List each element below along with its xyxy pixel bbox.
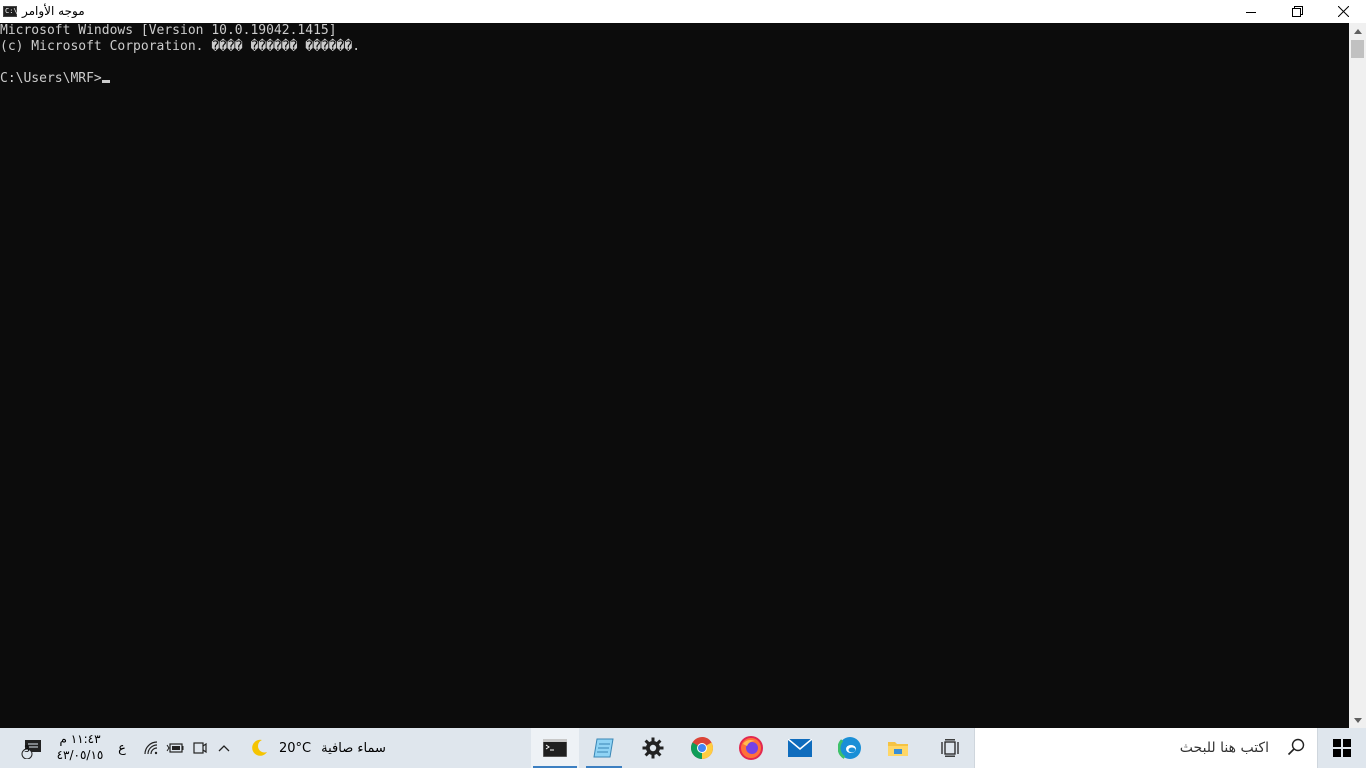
task-view-button[interactable] (926, 728, 974, 768)
tray-clock[interactable]: ١١:٤٣ م ٤٣/٠٥/١٥ (52, 731, 108, 763)
tray-meet-now[interactable] (189, 728, 211, 768)
weather-condition: سماء صافية (321, 740, 386, 756)
taskbar-app-edge[interactable] (826, 728, 874, 768)
taskbar-app-firefox[interactable] (727, 728, 775, 768)
taskbar: اكتب هنا للبحث 20°C سماء صافية ع ١١:٤٣ م… (0, 728, 1366, 768)
minimize-icon (1246, 11, 1256, 13)
minimize-button[interactable] (1228, 0, 1274, 23)
folder-icon (888, 742, 908, 756)
chevron-up-icon (218, 745, 230, 752)
language-label: ع (118, 740, 126, 756)
mail-icon (788, 739, 812, 757)
show-hidden-icons-button[interactable] (213, 728, 235, 768)
tray-battery[interactable] (164, 728, 186, 768)
firefox-icon (739, 736, 763, 760)
taskbar-app-file-explorer[interactable] (874, 728, 922, 768)
cmd-window-icon[interactable]: C:\ (3, 6, 18, 17)
taskbar-app-chrome[interactable] (678, 728, 726, 768)
clock-date: ٤٣/٠٥/١٥ (56, 748, 104, 762)
vertical-scrollbar[interactable] (1349, 23, 1366, 728)
edge-icon (838, 736, 862, 760)
restore-button[interactable] (1274, 0, 1320, 23)
arrow-down-icon (1353, 717, 1362, 723)
scroll-down-button[interactable] (1349, 712, 1366, 728)
search-placeholder: اكتب هنا للبحث (1179, 740, 1269, 756)
taskbar-app-notepad[interactable] (580, 728, 628, 768)
clock-time: ١١:٤٣ م (59, 732, 101, 746)
cmd-icon (543, 739, 567, 757)
taskbar-app-mail[interactable] (776, 728, 824, 768)
notepad-icon (593, 738, 614, 758)
console-line: Microsoft Windows [Version 10.0.19042.14… (0, 23, 337, 38)
console-line: (c) Microsoft Corporation. ���� ������ �… (0, 39, 361, 54)
search-icon (1287, 738, 1305, 760)
taskbar-app-command-prompt[interactable] (531, 728, 579, 768)
notification-count: 3 (24, 745, 30, 755)
cmd-window-icon-label: C:\ (5, 7, 18, 15)
chrome-icon (691, 737, 713, 759)
console-prompt: C:\Users\MRF> (0, 71, 102, 86)
close-button[interactable] (1320, 0, 1366, 23)
gear-icon (642, 737, 664, 759)
start-button[interactable] (1318, 728, 1366, 768)
notification-center-button[interactable]: 3 (14, 728, 50, 768)
arrow-up-icon (1353, 28, 1362, 34)
console-output[interactable]: Microsoft Windows [Version 10.0.19042.14… (0, 23, 1349, 728)
close-icon (1337, 6, 1349, 17)
window-title: موجه الأوامر (22, 4, 85, 18)
wifi-icon (144, 741, 158, 755)
tray-language[interactable]: ع (110, 728, 134, 768)
title-bar[interactable]: C:\ موجه الأوامر (0, 0, 1366, 23)
search-box[interactable]: اكتب هنا للبحث (974, 728, 1318, 768)
scrollbar-thumb[interactable] (1351, 40, 1364, 58)
weather-widget[interactable]: 20°C سماء صافية (245, 728, 395, 768)
weather-temperature: 20°C (279, 740, 312, 756)
tray-network[interactable] (141, 728, 163, 768)
scroll-up-button[interactable] (1349, 23, 1366, 39)
battery-icon (166, 743, 184, 753)
windows-logo-icon (1333, 739, 1351, 757)
task-view-icon (941, 739, 959, 757)
moon-icon (252, 739, 267, 756)
restore-icon (1291, 6, 1303, 17)
camera-icon (193, 742, 207, 754)
text-cursor (101, 80, 110, 83)
console-prompt-line[interactable]: C:\Users\MRF> (0, 71, 1349, 87)
taskbar-app-settings[interactable] (629, 728, 677, 768)
